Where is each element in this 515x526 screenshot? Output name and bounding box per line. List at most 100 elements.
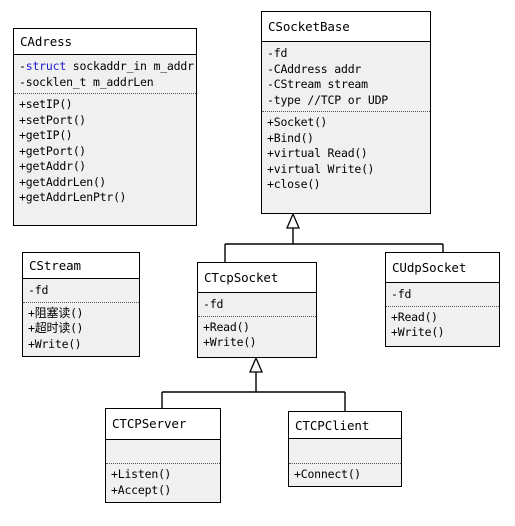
uml-class-ctcpserver[interactable]: CTCPServer +Listen() +Accept(): [105, 408, 221, 503]
visibility-marker: +: [19, 128, 26, 142]
visibility-marker: +: [19, 174, 26, 189]
operation-parens: (): [72, 143, 86, 158]
operation-row: +virtual Write(): [267, 162, 425, 178]
class-name-ctcpserver: CTCPServer: [112, 416, 187, 432]
generalization-to-ctcpsocket: [161, 356, 346, 411]
operation-row: +阻塞读(): [28, 306, 134, 322]
attribute-text: socklen_t m_addrLen: [25, 74, 154, 89]
operation-row: +Connect(): [294, 467, 396, 483]
operation-name: Bind: [273, 130, 301, 145]
operation-parens: (): [361, 161, 374, 176]
visibility-marker: +: [19, 97, 26, 111]
attribute-row-empty: [294, 447, 396, 463]
class-name-ctcpclient: CTCPClient: [295, 417, 370, 433]
attribute-row: -CStream stream: [267, 77, 425, 93]
operation-name: 阻塞读: [34, 305, 71, 320]
operation-row: +close(): [267, 177, 425, 193]
class-operations-ctcpsocket: +Read() +Write(): [198, 315, 316, 355]
operation-row: +Socket(): [267, 115, 425, 131]
operation-row: +setIP(): [19, 97, 191, 113]
operation-parens: (): [314, 115, 327, 129]
operation-name: Read: [397, 309, 425, 324]
attribute-row: -fd: [203, 297, 311, 313]
visibility-marker: -: [267, 92, 274, 107]
operation-parens: (): [68, 336, 82, 351]
visibility-marker: +: [267, 177, 274, 191]
operation-parens: (): [236, 319, 250, 334]
operation-name: getAddr: [25, 159, 73, 173]
operation-row: +Accept(): [111, 483, 215, 499]
class-header-csocketbase: CSocketBase: [262, 12, 430, 42]
visibility-marker: +: [294, 466, 301, 481]
operation-name: getPort: [25, 143, 73, 158]
operation-row: +Listen(): [111, 467, 215, 483]
operation-name: Socket: [273, 115, 315, 129]
class-name-cstream: CStream: [29, 258, 81, 273]
visibility-marker: +: [19, 112, 26, 127]
operation-parens: (): [59, 97, 73, 111]
attribute-row: -type //TCP or UDP: [267, 93, 425, 109]
operation-row: +getIP(): [19, 128, 191, 144]
operation-name: Accept: [117, 482, 159, 497]
attribute-text: CAddress addr: [273, 61, 362, 76]
visibility-marker: +: [391, 325, 398, 339]
attribute-row: -fd: [267, 46, 425, 62]
class-operations-cudpsocket: +Read() +Write(): [386, 305, 499, 345]
class-attributes-ctcpsocket: -fd: [198, 293, 316, 316]
class-operations-csocketbase: +Socket() +Bind() +virtual Read() +virtu…: [262, 111, 430, 197]
operation-row: +Write(): [28, 337, 134, 353]
operation-row: +setPort(): [19, 113, 191, 129]
operation-name: Connect: [300, 466, 348, 481]
uml-class-ctcpclient[interactable]: CTCPClient +Connect(): [288, 411, 402, 487]
class-name-cudpsocket: CUdpSocket: [392, 260, 467, 275]
visibility-marker: +: [19, 159, 26, 173]
operation-parens: (): [243, 335, 257, 349]
visibility-marker: +: [267, 161, 274, 176]
operation-row: +Write(): [391, 325, 494, 341]
class-header-ctcpsocket: CTcpSocket: [198, 263, 316, 293]
attribute-row: -fd: [28, 283, 134, 299]
operation-parens: (): [72, 112, 86, 127]
visibility-marker: +: [28, 321, 35, 335]
class-header-cudpsocket: CUdpSocket: [386, 253, 499, 283]
class-attributes-cadress: -struct sockaddr_in m_addr -socklen_t m_…: [14, 55, 196, 93]
operation-parens: (): [307, 177, 321, 191]
attribute-text: fd: [209, 297, 224, 311]
operation-row: +Bind(): [267, 131, 425, 147]
visibility-marker: -: [19, 59, 26, 73]
operation-name: setPort: [25, 112, 73, 127]
operation-parens: (): [70, 305, 83, 320]
attribute-row: -fd: [391, 287, 494, 303]
operation-parens: (): [300, 130, 314, 145]
uml-class-csocketbase[interactable]: CSocketBase -fd - CAddress addr -CStream …: [261, 11, 431, 214]
uml-class-cadress[interactable]: CAdress -struct sockaddr_in m_addr -sock…: [13, 28, 197, 226]
keyword-struct: struct: [25, 59, 67, 73]
operation-row: +Read(): [391, 310, 494, 326]
operation-name: setIP: [25, 97, 60, 111]
operation-row: +超时读(): [28, 321, 134, 337]
operation-name: Write: [397, 325, 432, 339]
attribute-row: -struct sockaddr_in m_addr: [19, 59, 194, 75]
uml-class-cstream[interactable]: CStream -fd +阻塞读() +超时读() +Write(): [22, 252, 140, 357]
attribute-text: sockaddr_in m_addr: [66, 59, 194, 73]
class-operations-ctcpclient: +Connect(): [289, 462, 401, 487]
visibility-marker: -: [391, 287, 398, 301]
operation-name: Read: [209, 319, 237, 334]
operation-parens: (): [424, 309, 438, 324]
operation-row: +getAddr(): [19, 159, 191, 175]
uml-class-cudpsocket[interactable]: CUdpSocket -fd +Read() +Write(): [385, 252, 500, 347]
operation-parens: (): [431, 325, 445, 339]
uml-class-ctcpsocket[interactable]: CTcpSocket -fd +Read() +Write(): [197, 262, 317, 358]
uml-class-diagram: CAdress -struct sockaddr_in m_addr -sock…: [0, 0, 515, 526]
class-name-cadress: CAdress: [20, 34, 72, 49]
visibility-marker: +: [267, 130, 274, 145]
class-header-cstream: CStream: [23, 253, 139, 279]
operation-name: Write: [34, 336, 69, 351]
operation-name: close: [273, 177, 308, 191]
attribute-text: fd: [273, 46, 288, 60]
visibility-marker: +: [203, 319, 210, 334]
class-attributes-csocketbase: -fd - CAddress addr -CStream stream -type…: [262, 42, 430, 111]
attribute-text: type //TCP or UDP: [273, 92, 389, 107]
operation-row: +virtual Read(): [267, 146, 425, 162]
operation-row: +Write(): [203, 335, 311, 351]
